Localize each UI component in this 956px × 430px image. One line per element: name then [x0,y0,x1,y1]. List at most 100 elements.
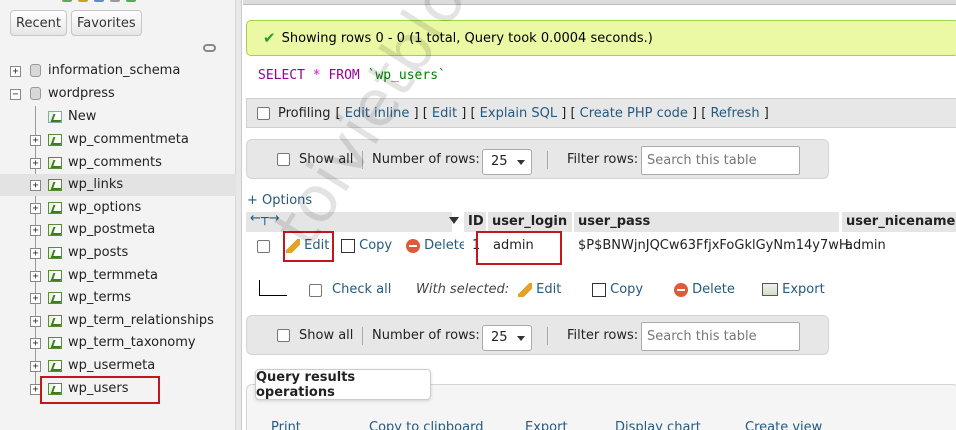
number-of-rows-label: Number of rows: [372,152,480,167]
bulk-delete-button[interactable]: Delete [674,282,735,297]
print-link[interactable]: Print [271,420,301,430]
table-icon[interactable] [48,292,62,305]
link-with-main-panel-icon[interactable] [203,44,216,52]
number-of-rows-label: Number of rows: [372,328,480,343]
rows-per-page-select[interactable]: 25 [482,149,532,175]
expand-icon[interactable]: + [30,315,41,327]
expand-icon[interactable]: + [10,66,21,77]
table-icon[interactable] [48,269,62,282]
table-icon[interactable] [48,201,62,214]
nav-resize-handle[interactable] [236,0,242,430]
options-toggle-link[interactable]: + Options [247,193,312,208]
expand-icon[interactable]: + [30,293,41,305]
display-chart-link[interactable]: Display chart [615,420,701,430]
expand-icon[interactable]: + [30,338,41,350]
tree-item-label[interactable]: wp_options [68,200,141,215]
row-delete-link[interactable]: Delete [406,238,464,253]
tree-item-label[interactable]: information_schema [48,63,180,78]
logout-icon[interactable] [78,0,88,2]
edit-inline-link[interactable]: Edit inline [345,106,410,121]
tree-item-table[interactable]: + wp_commentmeta [0,129,236,151]
tree-item-table[interactable]: + wp_comments [0,152,236,174]
tree-item-table[interactable]: + wp_term_relationships [0,310,236,332]
table-icon[interactable] [48,134,62,146]
tree-item-table[interactable]: + wp_links [0,174,236,197]
tree-item-label[interactable]: wp_commentmeta [68,132,189,147]
edit-link[interactable]: Edit [432,106,457,121]
tree-item-information-schema[interactable]: + information_schema [0,60,236,82]
cell-user-nicename[interactable]: admin [845,238,886,253]
rows-per-page-select[interactable]: 25 [482,325,532,351]
table-icon[interactable] [48,247,62,259]
tree-item-table[interactable]: + wp_terms [0,287,236,309]
table-icon[interactable] [48,179,62,192]
export-link[interactable]: Export [525,420,568,430]
expand-icon[interactable]: + [30,361,41,372]
create-php-code-link[interactable]: Create PHP code [580,106,688,121]
reload-icon[interactable] [126,0,136,2]
column-resize-arrows-icon[interactable]: ←┬→ [250,211,280,226]
tree-item-label[interactable]: wp_term_relationships [68,313,214,328]
tree-item-table[interactable]: + wp_usermeta [0,355,236,377]
bulk-edit-button[interactable]: Edit [518,282,561,297]
column-header-user-pass[interactable]: user_pass [574,212,839,232]
check-all-label[interactable]: Check all [332,282,391,297]
filter-rows-input[interactable]: Search this table [641,146,800,175]
tree-item-label[interactable]: wordpress [48,86,115,101]
profiling-checkbox[interactable] [257,106,270,120]
docs-icon[interactable] [94,0,104,2]
expand-icon[interactable]: + [30,202,41,214]
copy-to-clipboard-link[interactable]: Copy to clipboard [369,420,483,430]
row-copy-link[interactable]: Copy [341,238,392,253]
row-checkbox[interactable] [257,240,270,253]
results-table-header: ←┬→ ID user_login user_pass user_nicenam… [246,211,956,232]
show-all-checkbox[interactable] [277,153,290,166]
table-icon[interactable] [48,337,62,350]
recent-tab-button[interactable]: Recent [10,10,67,36]
tree-item-label[interactable]: wp_usermeta [68,358,155,373]
expand-icon[interactable]: + [30,225,41,237]
bulk-export-button[interactable]: Export [762,282,825,297]
check-all-checkbox[interactable] [309,284,322,297]
tree-item-label[interactable]: New [68,109,96,124]
collapse-icon[interactable]: − [10,89,21,100]
show-all-checkbox[interactable] [277,329,290,342]
expand-icon[interactable]: + [30,248,41,259]
tree-item-table[interactable]: + wp_term_taxonomy [0,332,236,354]
expand-icon[interactable]: + [30,180,41,192]
tree-item-wordpress[interactable]: − wordpress [0,83,236,105]
tree-item-table[interactable]: + wp_termmeta [0,265,236,287]
tree-item-label[interactable]: wp_postmeta [68,222,155,237]
create-view-link[interactable]: Create view [745,420,822,430]
tree-item-table[interactable]: + wp_postmeta [0,219,236,241]
tree-item-label[interactable]: wp_links [68,177,123,192]
favorites-tab-button[interactable]: Favorites [70,10,142,36]
column-header-user-login[interactable]: user_login [488,212,572,232]
sort-down-icon[interactable] [449,217,459,229]
bulk-copy-button[interactable]: Copy [592,282,643,297]
sql-query-box[interactable]: SELECT * FROM `wp_users` [246,58,956,96]
tree-item-table[interactable]: + wp_options [0,197,236,219]
cell-user-pass[interactable]: $P$BNWjnJQCw63FfjxFoGklGyNm14y7wH. [578,238,853,253]
tree-item-table[interactable]: + wp_posts [0,242,236,264]
table-icon[interactable] [48,156,62,169]
expand-icon[interactable]: + [30,135,41,146]
explain-sql-link[interactable]: Explain SQL [480,106,557,121]
tree-item-label[interactable]: wp_terms [68,290,131,305]
tree-item-label[interactable]: wp_termmeta [68,268,158,283]
table-icon[interactable] [48,314,62,327]
settings-icon[interactable] [110,0,120,2]
filter-rows-input[interactable]: Search this table [641,322,800,351]
tree-item-label[interactable]: wp_posts [68,245,128,260]
column-header-user-nicename[interactable]: user_nicename [842,212,956,232]
table-icon[interactable] [48,224,62,237]
expand-icon[interactable]: + [30,157,41,169]
table-icon[interactable] [48,360,62,372]
tree-item-label[interactable]: wp_comments [68,155,162,170]
column-header-id[interactable]: ID [464,212,486,232]
expand-icon[interactable]: + [30,270,41,282]
home-icon[interactable] [62,0,72,2]
refresh-link[interactable]: Refresh [710,106,759,121]
tree-item-new[interactable]: New [0,106,236,128]
tree-item-label[interactable]: wp_term_taxonomy [68,335,196,350]
